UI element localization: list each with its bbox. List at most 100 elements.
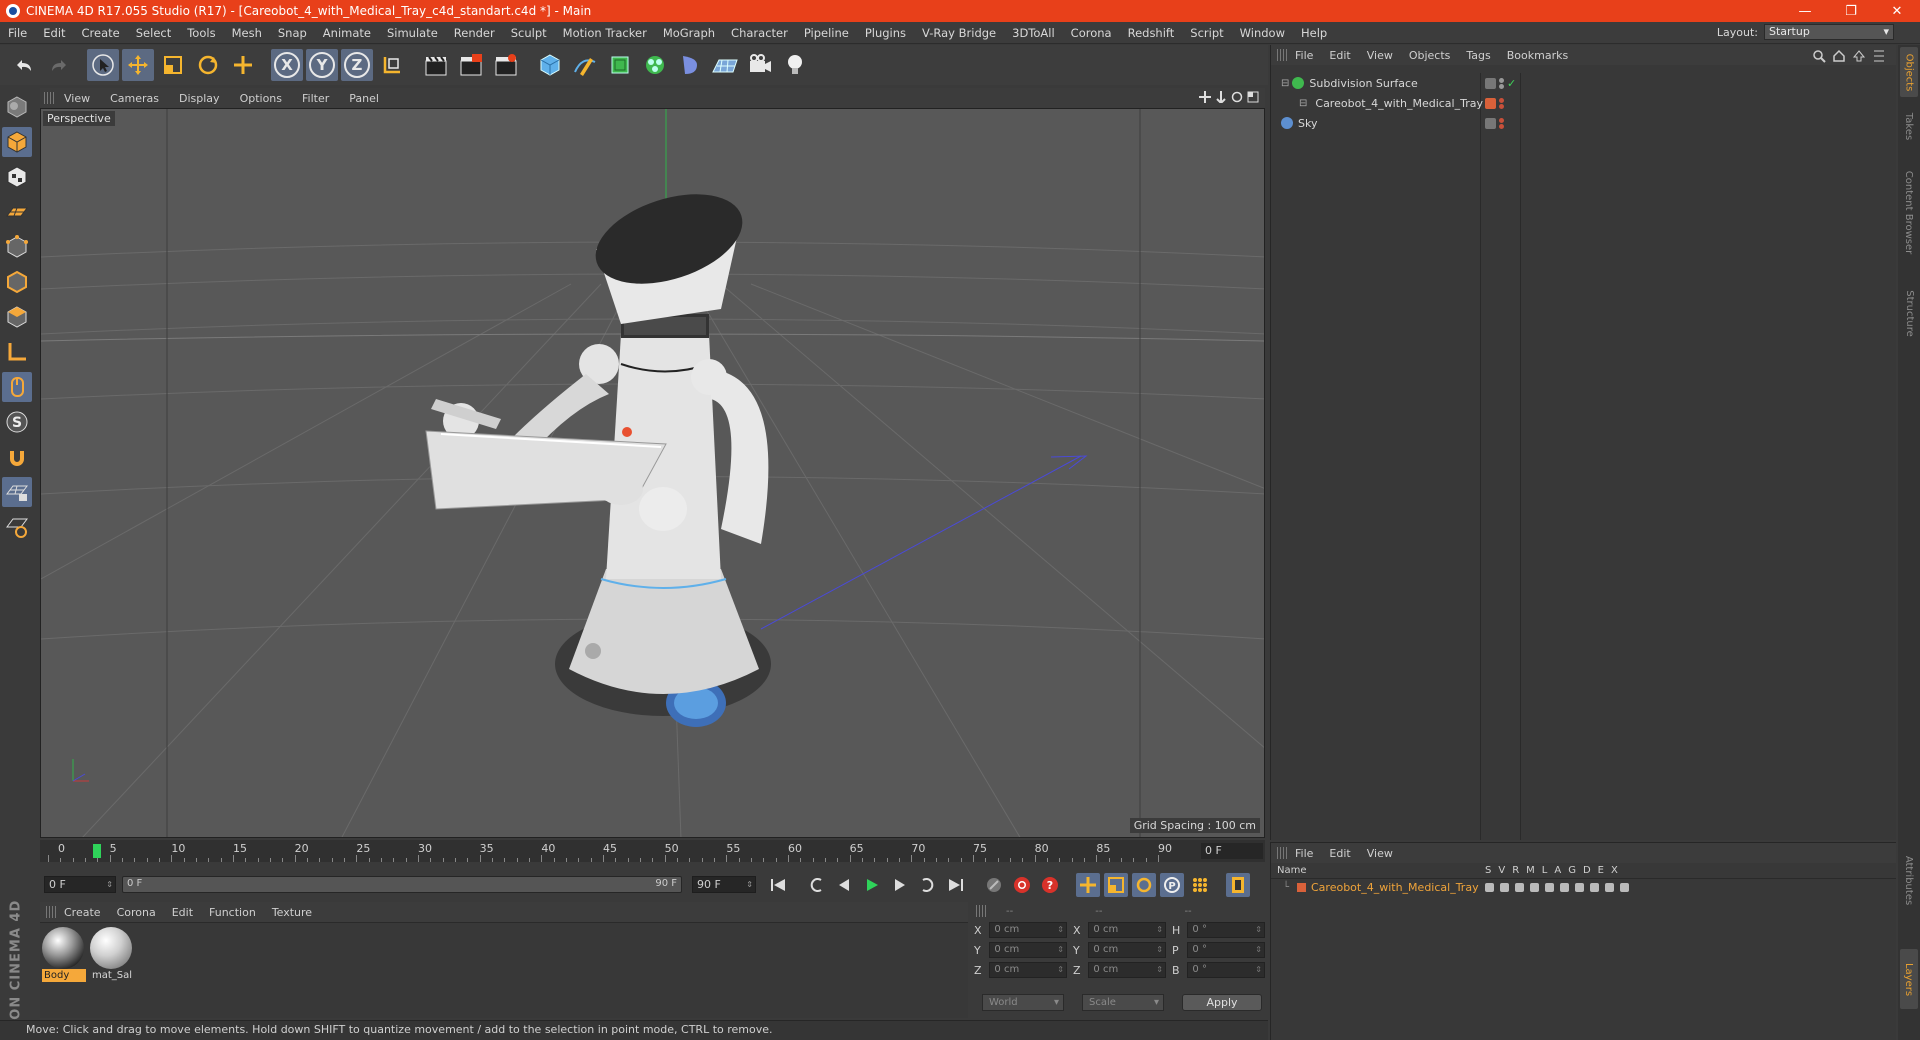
orbit-icon[interactable] (1231, 91, 1243, 103)
menu-v-ray-bridge[interactable]: V-Ray Bridge (914, 26, 1004, 40)
menu-corona[interactable]: Corona (1063, 26, 1120, 40)
menu-redshift[interactable]: Redshift (1120, 26, 1183, 40)
add-light-button[interactable] (779, 49, 811, 81)
layer-toggle-m-icon[interactable] (1530, 883, 1539, 892)
close-button[interactable]: ✕ (1874, 0, 1920, 22)
perspective-viewport[interactable]: Perspective Grid Spacing : 100 cm (40, 108, 1265, 838)
coordinate-space-dropdown[interactable]: World (982, 994, 1064, 1011)
add-mograph-button[interactable] (639, 49, 671, 81)
size-field[interactable]: 0 cm (1088, 942, 1166, 958)
planar-workplane-button[interactable] (2, 512, 32, 542)
viewport-menu-panel[interactable]: Panel (339, 92, 389, 105)
material-mat-sal[interactable]: mat_Sal (90, 927, 134, 985)
material-menu-texture[interactable]: Texture (264, 906, 320, 919)
rotation-field[interactable]: 0 ° (1187, 942, 1265, 958)
playhead[interactable] (93, 844, 101, 858)
layer-row[interactable]: └ Careobot_4_with_Medical_Tray (1271, 879, 1896, 896)
menu-edit[interactable]: Edit (35, 26, 73, 40)
menu-animate[interactable]: Animate (315, 26, 379, 40)
previous-key-button[interactable] (804, 873, 828, 897)
pan-icon[interactable] (1199, 91, 1211, 103)
previous-frame-button[interactable] (832, 873, 856, 897)
layer-column-r[interactable]: R (1512, 865, 1519, 876)
add-spline-button[interactable] (569, 49, 601, 81)
add-cube-button[interactable] (534, 49, 566, 81)
layer-toggle-v-icon[interactable] (1500, 883, 1509, 892)
menu-create[interactable]: Create (74, 26, 128, 40)
magnet-button[interactable] (2, 442, 32, 472)
z-axis-lock-button[interactable]: Z (341, 49, 373, 81)
object-menu-file[interactable]: File (1287, 49, 1321, 62)
texture-mode-button[interactable] (2, 162, 32, 192)
tab-structure[interactable]: Structure (1900, 273, 1918, 353)
undo-button[interactable] (8, 49, 40, 81)
rotation-field[interactable]: 0 ° (1187, 962, 1265, 978)
viewport-menu-options[interactable]: Options (230, 92, 292, 105)
restore-button[interactable]: ❐ (1828, 0, 1874, 22)
visibility-dots-icon[interactable] (1499, 97, 1504, 109)
layer-column-m[interactable]: M (1526, 865, 1535, 876)
layer-menu-view[interactable]: View (1359, 847, 1401, 860)
dolly-icon[interactable] (1215, 91, 1227, 103)
layer-column-e[interactable]: E (1598, 865, 1604, 876)
menu-file[interactable]: File (0, 26, 35, 40)
keyframe-selection-button[interactable]: ? (1038, 873, 1062, 897)
object-name[interactable]: Careobot_4_with_Medical_Tray (1315, 97, 1483, 110)
layer-toggle-x-icon[interactable] (1620, 883, 1629, 892)
layer-toggle-s-icon[interactable] (1485, 883, 1494, 892)
key-parameter-button[interactable]: P (1160, 873, 1184, 897)
object-row[interactable]: Sky (1271, 113, 1480, 133)
position-field[interactable]: 0 cm (989, 942, 1067, 958)
tab-takes[interactable]: Takes (1900, 101, 1918, 151)
axis-mode-button[interactable] (2, 337, 32, 367)
panel-grip[interactable] (1277, 847, 1287, 859)
layer-tag-icon[interactable] (1485, 97, 1496, 109)
search-icon[interactable] (1812, 49, 1826, 63)
panel-grip[interactable] (976, 905, 986, 917)
layer-toggle-r-icon[interactable] (1515, 883, 1524, 892)
object-menu-tags[interactable]: Tags (1458, 49, 1498, 62)
render-settings-button[interactable] (490, 49, 522, 81)
record-keyframe-button[interactable] (982, 873, 1006, 897)
play-button[interactable] (860, 873, 884, 897)
add-camera-button[interactable] (744, 49, 776, 81)
move-tool-button[interactable] (122, 49, 154, 81)
layer-toggle-a-icon[interactable] (1560, 883, 1569, 892)
object-row[interactable]: ⊟ Careobot_4_with_Medical_Tray (1271, 93, 1483, 113)
render-to-picture-viewer-button[interactable] (455, 49, 487, 81)
expand-icon[interactable] (1872, 49, 1886, 63)
layer-column-a[interactable]: A (1554, 865, 1561, 876)
viewport-menu-view[interactable]: View (54, 92, 100, 105)
tab-content-browser[interactable]: Content Browser (1900, 157, 1918, 267)
panel-grip[interactable] (46, 906, 56, 918)
scale-tool-button[interactable] (157, 49, 189, 81)
edges-mode-button[interactable] (2, 267, 32, 297)
menu-mesh[interactable]: Mesh (224, 26, 270, 40)
model-mode-button[interactable] (1, 127, 32, 157)
layer-tag-icon[interactable] (1485, 77, 1496, 89)
size-mode-dropdown[interactable]: Scale (1082, 994, 1164, 1011)
rotation-field[interactable]: 0 ° (1187, 922, 1265, 938)
menu-tools[interactable]: Tools (179, 26, 223, 40)
start-frame-field[interactable]: 0 F ⇕ (44, 876, 116, 893)
add-generator-button[interactable] (604, 49, 636, 81)
polygons-mode-button[interactable] (2, 302, 32, 332)
layer-column-d[interactable]: D (1583, 865, 1591, 876)
next-frame-button[interactable] (888, 873, 912, 897)
maximize-view-icon[interactable] (1247, 91, 1259, 103)
layer-column-l[interactable]: L (1542, 865, 1548, 876)
next-key-button[interactable] (916, 873, 940, 897)
redo-button[interactable] (43, 49, 75, 81)
up-arrow-icon[interactable] (1852, 49, 1866, 63)
timeline-ruler[interactable]: 0 5 10 15 20 25 30 35 40 45 50 55 60 65 70 75 80 85 90 0 F (40, 840, 1265, 862)
object-name[interactable]: Subdivision Surface (1309, 77, 1417, 90)
live-selection-button[interactable] (87, 49, 119, 81)
object-menu-bookmarks[interactable]: Bookmarks (1499, 49, 1576, 62)
menu-motion-tracker[interactable]: Motion Tracker (555, 26, 655, 40)
expand-toggle-icon[interactable]: ⊟ (1299, 98, 1307, 109)
menu-select[interactable]: Select (128, 26, 179, 40)
add-deformer-button[interactable] (674, 49, 706, 81)
material-body[interactable]: Body (42, 927, 86, 985)
tab-attributes[interactable]: Attributes (1900, 835, 1918, 925)
viewport-menu-display[interactable]: Display (169, 92, 230, 105)
